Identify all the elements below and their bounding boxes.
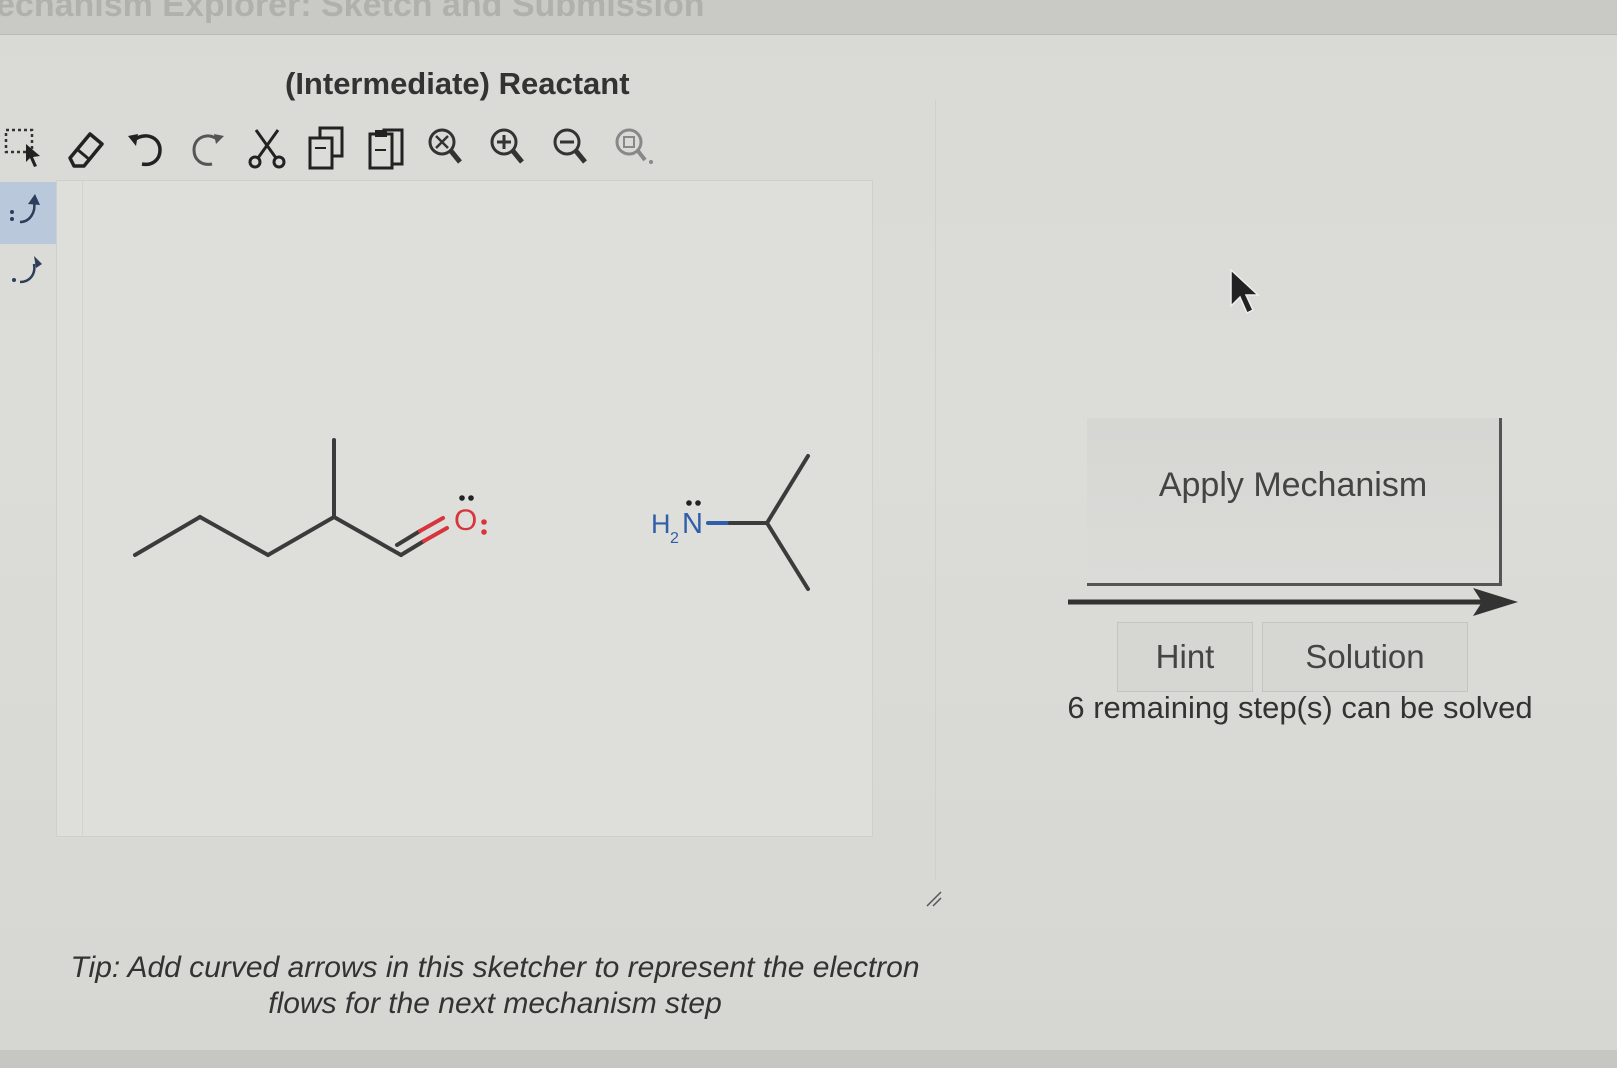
lone-pair-dot xyxy=(481,529,487,535)
panel-divider xyxy=(935,100,936,880)
isopropylamine-molecule[interactable]: H 2 N xyxy=(651,454,810,591)
tip-text: Tip: Add curved arrows in this sketcher … xyxy=(30,950,960,1022)
amine-subscript: 2 xyxy=(670,530,679,547)
hint-button[interactable]: Hint xyxy=(1117,622,1253,692)
reaction-arrow-icon xyxy=(1068,588,1518,616)
lone-pair-dot xyxy=(686,500,692,506)
lone-pair-dot xyxy=(468,495,474,501)
remaining-steps-text: 6 remaining step(s) can be solved xyxy=(1067,690,1533,725)
oxygen-atom-label[interactable]: O xyxy=(454,504,477,537)
nitrogen-atom-label[interactable]: N xyxy=(682,508,703,540)
lone-pair-dot xyxy=(481,519,487,525)
aldehyde-molecule[interactable]: O xyxy=(133,438,487,557)
resize-handle-icon[interactable] xyxy=(925,890,943,908)
tip-line-2: flows for the next mechanism step xyxy=(268,987,722,1020)
solution-button[interactable]: Solution xyxy=(1262,622,1468,692)
bottom-edge xyxy=(0,1050,1617,1068)
apply-mechanism-button[interactable]: Apply Mechanism xyxy=(1087,418,1502,586)
amine-hydrogen-label[interactable]: H xyxy=(651,509,671,539)
lone-pair-dot xyxy=(459,495,465,501)
tip-line-1: Tip: Add curved arrows in this sketcher … xyxy=(70,951,920,984)
mouse-pointer-icon xyxy=(1230,268,1260,315)
lone-pair-dot xyxy=(695,500,701,506)
